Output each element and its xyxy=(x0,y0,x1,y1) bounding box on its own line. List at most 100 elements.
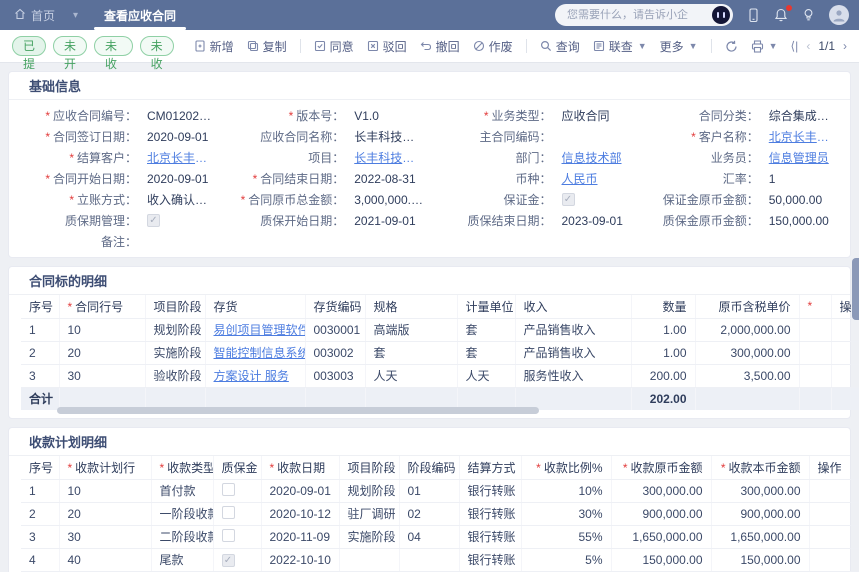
first-page-button[interactable]: ⟨| xyxy=(791,39,799,53)
form-field-warranty-end: 质保结束日期： 2023-09-01 xyxy=(467,213,623,229)
assistant-search-input[interactable] xyxy=(567,9,712,21)
form-field-department: 部门： 信息技术部 xyxy=(515,149,622,166)
assistant-search[interactable] xyxy=(555,4,733,26)
divider xyxy=(525,39,527,53)
form-field-contract-no: *应收合同编号：CM01202000024 xyxy=(9,107,216,124)
table-row[interactable]: 2 20 一阶段收款 2020-10-12 驻厂调研 02 银行转账 30% 9… xyxy=(21,502,859,526)
table-row[interactable]: 3 30 验收阶段 方案设计 服务 003003 人天 人天 服务性收入 200… xyxy=(21,364,859,388)
subject-detail-table: 序号 * 合同行号 项目阶段 存货 存货编码 规格 计量单位 收入 数量 原币含税… xyxy=(21,295,859,410)
header-cell-unit: 计量单位 xyxy=(457,295,516,319)
chevron-down-icon: ▼ xyxy=(688,41,698,51)
customer-name-link[interactable]: 北京长丰科技信息技术有限任... xyxy=(759,128,838,145)
form-field-total-amount: * 合同原币总金额： 3,000,000.00 xyxy=(240,192,424,208)
linked-query-button[interactable]: 联查 ▼ xyxy=(593,38,647,55)
item-link[interactable]: 易创项目管理软件 xyxy=(214,323,305,337)
header-cell-method: 结算方式 xyxy=(459,456,522,480)
void-button[interactable]: 作废 xyxy=(473,38,513,55)
avatar[interactable] xyxy=(829,5,849,25)
field-value: 收入确认单立账 xyxy=(147,193,216,207)
robot-assistant-icon[interactable] xyxy=(712,6,730,24)
add-button[interactable]: 新增 xyxy=(194,38,234,55)
subject-header-row: 序号 * 合同行号 项目阶段 存货 存货编码 规格 计量单位 收入 数量 原币含税… xyxy=(21,295,859,319)
refresh-button[interactable] xyxy=(725,40,738,53)
home-tab[interactable]: 首页 xyxy=(0,0,65,30)
table-row[interactable]: 4 40 尾款 2022-10-10 银行转账 5% 150,000.00 15… xyxy=(21,548,859,572)
subject-detail-panel: 合同标的明细 序号 * 合同行号 项目阶段 存货 存货编码 规格 计量单位 收入 … xyxy=(8,266,859,419)
table-row[interactable]: 1 10 规划阶段 易创项目管理软件 0030001 高端版 套 产品销售收入 … xyxy=(21,318,859,342)
vertical-scrollbar[interactable] xyxy=(852,258,859,320)
required-mark: * xyxy=(720,460,726,475)
project-link[interactable]: 长丰科技高铁广告设计项目 xyxy=(344,149,423,166)
notification-badge xyxy=(785,3,793,12)
payment-plan-title: 收款计划明细 xyxy=(9,428,850,456)
header-cell-code: 存货编码 xyxy=(305,295,366,319)
agree-button[interactable]: 同意 xyxy=(314,38,354,55)
required-mark: * xyxy=(69,193,74,207)
active-tab[interactable]: 查看应收合同 xyxy=(86,0,194,30)
table-row[interactable]: 2 20 实施阶段 智能控制信息系统V3.0 003002 套 套 产品销售收入… xyxy=(21,341,859,365)
field-value: 2021-09-01 xyxy=(354,213,416,228)
status-badge-uninvoiced: 未开票 xyxy=(53,36,88,89)
mobile-icon[interactable] xyxy=(747,7,760,23)
status-badge-submitted: 已提交 xyxy=(12,36,47,89)
header-cell-ratio: * 收款比例% xyxy=(521,456,612,480)
header-cell-truncated: * xyxy=(799,295,832,319)
item-link[interactable]: 方案设计 服务 xyxy=(214,369,289,383)
form-field-deposit-amount: 保证金原币金额： 50,000.00 xyxy=(662,192,823,208)
warranty-checkbox xyxy=(221,505,235,519)
warranty-checkbox xyxy=(221,528,235,542)
basic-info-title: 基础信息 xyxy=(9,72,850,100)
required-mark: * xyxy=(69,151,74,165)
basic-info-form: *应收合同编号：CM01202000024 *版本号：V1.0 *业务类型：应收… xyxy=(9,100,850,257)
required-mark: * xyxy=(240,193,246,207)
copy-button[interactable]: 复制 xyxy=(247,38,287,55)
bell-icon[interactable] xyxy=(774,3,793,23)
action-toolbar: 已提交 未开票 未收入确认 未收款 新增 复制 同意 驳回 撤回 作废 xyxy=(0,30,859,125)
required-mark: * xyxy=(45,109,50,123)
table-row[interactable]: 3 30 二阶段收款 2020-11-09 实施阶段 04 银行转账 55% 1… xyxy=(21,525,859,549)
lightbulb-icon[interactable] xyxy=(802,8,815,23)
subject-detail-title: 合同标的明细 xyxy=(9,267,850,295)
total-qty: 202.00 xyxy=(631,387,696,410)
next-page-button[interactable]: › xyxy=(843,39,847,53)
header-cell-warranty: 质保金 xyxy=(213,456,262,480)
withdraw-button[interactable]: 撤回 xyxy=(420,38,460,55)
field-value: 2020-09-01 xyxy=(147,171,209,186)
salesman-link[interactable]: 信息管理员 xyxy=(759,149,829,166)
reject-button[interactable]: 驳回 xyxy=(367,38,407,55)
query-button[interactable]: 查询 xyxy=(540,38,580,55)
field-value: 综合集成项目 xyxy=(768,109,838,123)
header-cell-stage: 项目阶段 xyxy=(339,456,400,480)
chevron-down-icon[interactable]: ▾ xyxy=(65,10,86,21)
table-row[interactable]: 1 10 首付款 2020-09-01 规划阶段 01 银行转账 10% 300… xyxy=(21,479,859,503)
department-link[interactable]: 信息技术部 xyxy=(552,149,622,166)
required-mark: * xyxy=(536,460,541,475)
page-indicator: 1/1 xyxy=(818,39,835,53)
header-cell-no: 序号 xyxy=(21,456,60,480)
horizontal-scrollbar[interactable] xyxy=(57,407,539,414)
form-field-main-contract: 主合同编码： xyxy=(479,130,552,144)
header-cell-spec: 规格 xyxy=(365,295,458,319)
form-field-start-date: * 合同开始日期： 2020-09-01 xyxy=(45,171,209,187)
required-mark: * xyxy=(67,299,73,314)
required-mark: * xyxy=(252,172,258,186)
item-link[interactable]: 智能控制信息系统V3.0 xyxy=(214,346,305,360)
form-field-contract-name: 应收合同名称：长丰科技信息化项目合同 xyxy=(216,128,423,145)
header-cell-local-amount: * 收款本币金额 xyxy=(711,456,810,480)
form-field-deposit: 保证金： xyxy=(424,191,631,208)
more-button[interactable]: 更多 ▼ xyxy=(660,38,698,55)
header-cell-operation: 操作 xyxy=(809,456,859,480)
prev-page-button[interactable]: ‹ xyxy=(806,39,810,53)
print-button[interactable]: ▼ xyxy=(751,39,778,53)
form-field-settle-customer: *结算客户：北京长丰科技信息技术有限任... xyxy=(9,149,216,166)
form-field-account-method: *立账方式：收入确认单立账 xyxy=(9,191,216,208)
required-mark: * xyxy=(159,460,165,475)
header-cell-price: 原币含税单价 xyxy=(695,295,800,319)
settle-customer-link[interactable]: 北京长丰科技信息技术有限任... xyxy=(137,149,216,166)
header-cell-qty: 数量 xyxy=(631,295,696,319)
header-cell-amount: * 收款原币金额 xyxy=(611,456,712,480)
required-mark: * xyxy=(807,299,813,314)
deposit-checkbox xyxy=(561,193,575,206)
field-value: 长丰科技信息化项目合同 xyxy=(354,130,423,144)
currency-link[interactable]: 人民币 xyxy=(552,170,598,187)
